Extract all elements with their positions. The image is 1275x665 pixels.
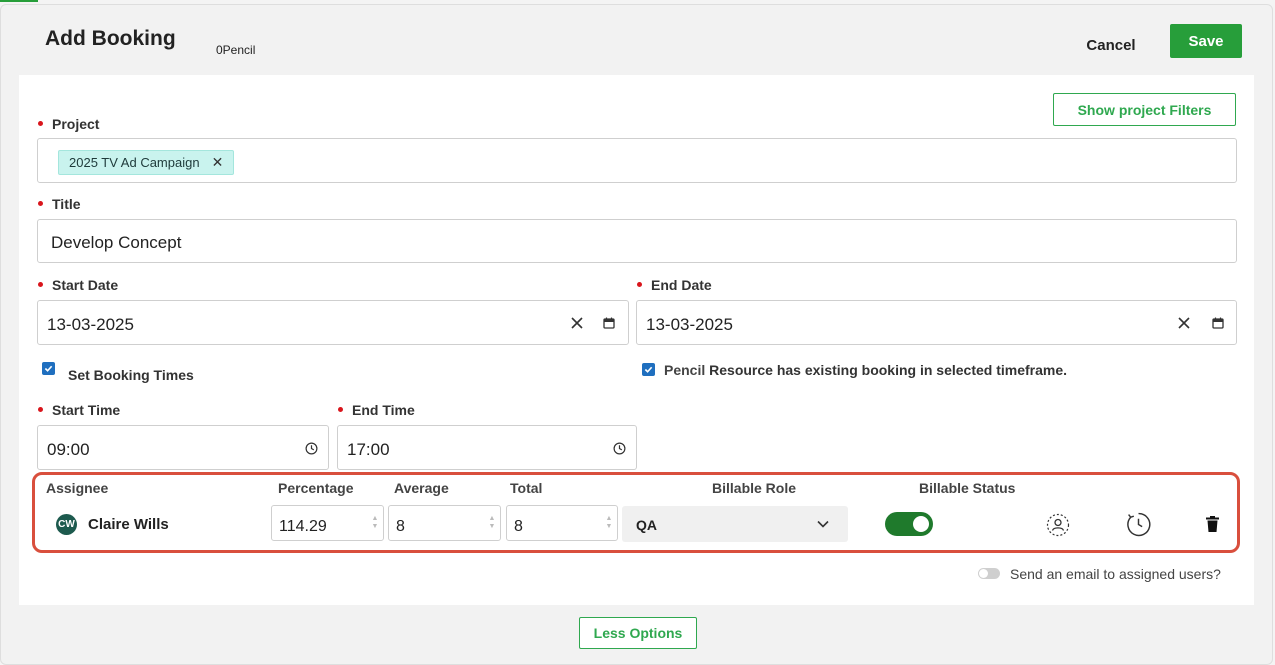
calendar-icon[interactable]: [1209, 314, 1227, 332]
end-time-label-text: End Time: [352, 402, 415, 418]
toggle-knob: [979, 569, 988, 578]
total-input[interactable]: 8 ▲ ▼: [506, 505, 618, 541]
existing-booking-checkbox[interactable]: [642, 363, 655, 376]
billable-role-value: QA: [636, 517, 657, 533]
clock-icon[interactable]: [302, 439, 320, 457]
add-booking-modal: Add Booking 0Pencil Cancel Save Show pro…: [0, 4, 1273, 665]
time-history-icon[interactable]: [1126, 512, 1151, 537]
title-label: Title: [38, 196, 81, 212]
percentage-value: 114.29: [279, 518, 327, 535]
title-input[interactable]: Develop Concept: [37, 219, 1237, 263]
toggle-knob: [913, 516, 929, 532]
project-label: Project: [38, 116, 99, 132]
modal-header: Add Booking 0Pencil Cancel Save: [1, 5, 1272, 75]
modal-title: Add Booking: [45, 27, 176, 50]
assign-user-icon[interactable]: [1046, 513, 1070, 537]
chevron-down-icon: [817, 520, 829, 528]
assignee-name: Claire Wills: [88, 516, 169, 533]
required-marker: [38, 200, 43, 206]
project-tag-label: 2025 TV Ad Campaign: [69, 155, 200, 170]
assignee-column-header: Assignee: [46, 480, 109, 496]
required-marker: [338, 406, 343, 412]
existing-booking-resource-name: Pencil: [664, 362, 706, 378]
page-edge-accent: [0, 0, 38, 2]
required-marker: [38, 281, 43, 287]
percentage-column-header: Percentage: [278, 480, 354, 496]
required-marker: [38, 406, 43, 412]
remove-tag-icon[interactable]: ✕: [212, 151, 224, 174]
end-time-label: End Time: [338, 402, 415, 418]
start-date-label: Start Date: [38, 277, 118, 293]
start-date-label-text: Start Date: [52, 277, 119, 293]
set-booking-times-label: Set Booking Times: [68, 367, 194, 383]
end-time-input[interactable]: 17:00: [337, 425, 637, 470]
modal-subtitle: 0Pencil: [216, 43, 256, 57]
send-email-label: Send an email to assigned users?: [1010, 566, 1221, 582]
total-value: 8: [514, 518, 523, 535]
start-time-value: 09:00: [47, 440, 90, 459]
start-time-label: Start Time: [38, 402, 120, 418]
spinner-icon[interactable]: ▲ ▼: [605, 515, 613, 531]
required-marker: [637, 281, 642, 287]
average-input[interactable]: 8 ▲ ▼: [388, 505, 501, 541]
end-date-label-text: End Date: [651, 277, 712, 293]
billable-role-select[interactable]: QA: [622, 506, 848, 542]
check-icon: [44, 365, 53, 372]
set-booking-times-checkbox[interactable]: [42, 362, 55, 375]
average-column-header: Average: [394, 480, 449, 496]
start-time-input[interactable]: 09:00: [37, 425, 329, 470]
save-button[interactable]: Save: [1170, 24, 1242, 58]
start-time-label-text: Start Time: [52, 402, 121, 418]
start-date-input[interactable]: 13-03-2025: [37, 300, 629, 345]
title-input-value: Develop Concept: [51, 233, 182, 252]
required-marker: [38, 120, 43, 126]
percentage-input[interactable]: 114.29 ▲ ▼: [271, 505, 384, 541]
end-time-value: 17:00: [347, 440, 390, 459]
existing-booking-label: Pencil Resource has existing booking in …: [664, 362, 1067, 378]
billable-status-toggle[interactable]: [885, 512, 933, 536]
average-value: 8: [396, 518, 405, 535]
calendar-icon[interactable]: [600, 314, 618, 332]
title-label-text: Title: [52, 196, 81, 212]
clock-icon[interactable]: [610, 439, 628, 457]
end-date-input[interactable]: 13-03-2025: [636, 300, 1237, 345]
end-date-value: 13-03-2025: [646, 315, 733, 334]
avatar: CW: [56, 514, 77, 535]
project-select[interactable]: 2025 TV Ad Campaign ✕: [37, 138, 1237, 183]
clear-icon[interactable]: [568, 314, 586, 332]
cancel-button[interactable]: Cancel: [1074, 29, 1148, 61]
total-column-header: Total: [510, 480, 543, 496]
project-label-text: Project: [52, 116, 100, 132]
start-date-value: 13-03-2025: [47, 315, 134, 334]
end-date-label: End Date: [637, 277, 712, 293]
less-options-button[interactable]: Less Options: [579, 617, 697, 649]
check-icon: [644, 366, 653, 373]
spinner-icon[interactable]: ▲ ▼: [371, 515, 379, 531]
send-email-toggle[interactable]: [978, 568, 1000, 579]
billable-status-column-header: Billable Status: [919, 480, 1016, 496]
billable-role-column-header: Billable Role: [712, 480, 797, 496]
show-project-filters-button[interactable]: Show project Filters: [1053, 93, 1236, 126]
spinner-icon[interactable]: ▲ ▼: [488, 515, 496, 531]
booking-form: Show project Filters Project 2025 TV Ad …: [19, 75, 1254, 605]
project-tag: 2025 TV Ad Campaign ✕: [58, 150, 235, 175]
existing-booking-text: Resource has existing booking in selecte…: [709, 362, 1068, 378]
delete-icon[interactable]: [1205, 515, 1219, 533]
clear-icon[interactable]: [1175, 314, 1193, 332]
